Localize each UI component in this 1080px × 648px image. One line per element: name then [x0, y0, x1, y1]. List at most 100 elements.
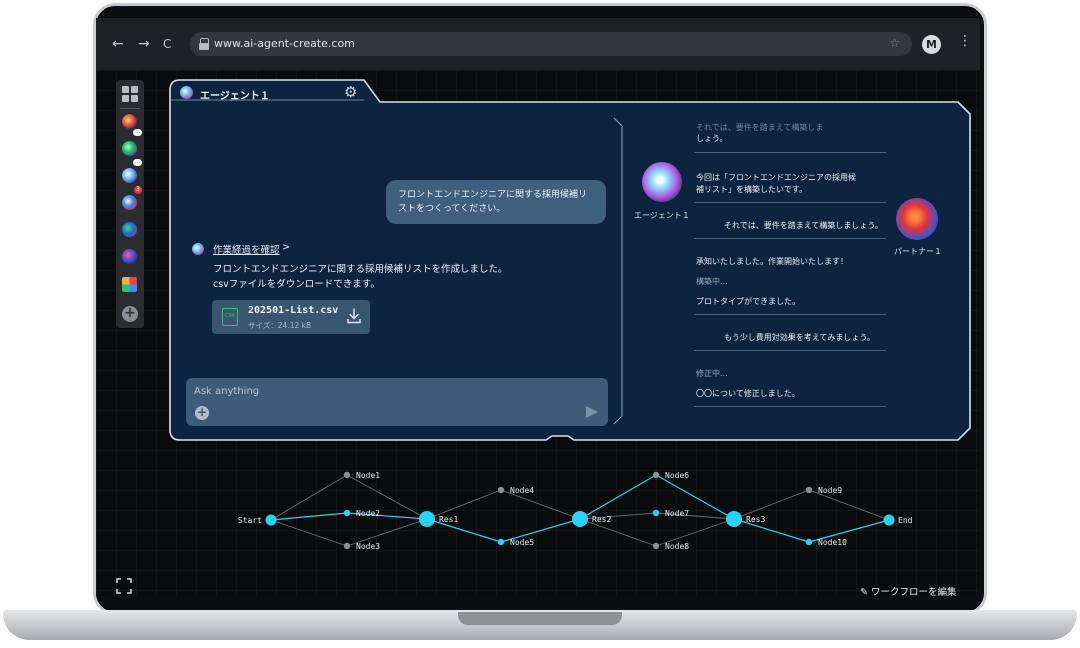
log-divider [694, 202, 886, 203]
chat-bubble-icon: … [133, 159, 142, 166]
agent-avatar-icon [192, 243, 204, 255]
workflow-node-node4[interactable] [497, 486, 505, 494]
workflow-node-node2[interactable] [343, 509, 351, 517]
lock-icon-body [199, 43, 209, 50]
workflow-node-start[interactable] [265, 514, 277, 526]
workflow-node-res2[interactable] [572, 511, 588, 527]
workflow-node-res3[interactable] [726, 511, 742, 527]
workflow-node-end[interactable] [883, 514, 895, 526]
workflow-node-node10[interactable] [805, 538, 813, 546]
workflow-node-node9[interactable] [805, 486, 813, 494]
profile-avatar[interactable]: M [922, 35, 941, 54]
file-size: サイズ：24.12 kB [248, 321, 312, 330]
add-agent-button[interactable]: + [122, 306, 138, 322]
grid-menu-icon[interactable] [122, 86, 138, 102]
log-agent-message: プロトタイプができました。 [696, 297, 800, 306]
workflow-node-label: Node9 [818, 486, 842, 495]
partner-label: パートナー１ [894, 247, 942, 256]
sidebar-agent-orb-5[interactable] [122, 222, 137, 237]
browser-toolbar: ← → C www.ai-agent-create.com ☆ M ⋮ [96, 18, 980, 70]
log-divider [694, 350, 886, 351]
url-text: www.ai-agent-create.com [214, 37, 355, 50]
laptop-notch [458, 612, 622, 625]
log-divider [694, 238, 886, 239]
workflow-node-label: Node3 [356, 542, 380, 551]
workflow-node-label: Node8 [665, 542, 689, 551]
back-icon[interactable]: ← [112, 36, 124, 52]
log-agent-message: 今回は「フロントエンドエンジニアの採用候 [696, 173, 856, 182]
chat-input[interactable]: Ask anything + [186, 378, 608, 426]
edit-workflow-label: ワークフローを編集 [871, 587, 957, 596]
workflow-node-label: Node6 [665, 471, 689, 480]
workflow-node-label: Node7 [665, 509, 689, 518]
forward-icon[interactable]: → [138, 36, 150, 52]
sidebar-agent-orb-1[interactable] [122, 114, 137, 129]
workflow-node-node8[interactable] [652, 542, 660, 550]
workflow-edge [579, 474, 657, 520]
sidebar-multi-agent-icon[interactable] [122, 277, 137, 292]
workflow-node-label: Res3 [746, 515, 765, 524]
workflow-edge [270, 474, 348, 521]
workflow-node-label: Node4 [510, 486, 534, 495]
notification-badge: 3 [134, 186, 142, 194]
workflow-node-node5[interactable] [497, 538, 505, 546]
workflow-node-node3[interactable] [343, 542, 351, 550]
log-divider [694, 314, 886, 315]
gear-icon[interactable]: ⚙ [344, 83, 357, 101]
log-partner-message: もう少し費用対効果を考えてみましょう。 [724, 333, 875, 342]
app-canvas: … … 3 + エージェント１ ⚙ フロントエンドエンジニアに関する採用候補リス… [96, 70, 980, 596]
workflow-node-label: Node1 [356, 471, 380, 480]
bookmark-star-icon[interactable]: ☆ [889, 36, 900, 50]
send-icon[interactable] [586, 406, 598, 418]
log-agent-message: 承知いたしました。作業開始いたします！ [696, 257, 848, 266]
csv-file-icon: CSV [222, 308, 238, 326]
file-name: 202501-List.csv [248, 305, 339, 316]
attach-plus-button[interactable]: + [195, 406, 209, 420]
address-bar[interactable]: www.ai-agent-create.com ☆ [190, 32, 912, 56]
agent-avatar-large [642, 162, 682, 202]
log-agent-message: 〇〇について修正しました。 [696, 389, 800, 398]
download-icon[interactable] [346, 307, 362, 325]
sidebar-agent-orb-3[interactable] [122, 168, 137, 183]
agent-tab-orb [180, 86, 193, 99]
user-message-bubble: フロントエンドエンジニアに関する採用候補リストをつくってください。 [386, 180, 606, 224]
workflow-node-node6[interactable] [652, 471, 660, 479]
browser-menu-icon[interactable]: ⋮ [958, 33, 972, 49]
sidebar-divider [120, 108, 140, 109]
log-status: 修正中... [696, 369, 728, 378]
workflow-node-label: Start [238, 516, 262, 525]
chat-bubble-icon: … [133, 129, 142, 136]
log-line: しょう。 [696, 134, 728, 143]
screen: ← → C www.ai-agent-create.com ☆ M ⋮ … … … [96, 18, 980, 596]
chevron-right-icon: > [282, 242, 290, 253]
sidebar-agent-orb-2[interactable] [122, 141, 137, 156]
sidebar-agent-orb-6[interactable] [122, 249, 137, 264]
log-faded-line: それでは、要件を踏まえて構築しま [696, 123, 824, 132]
pencil-icon: ✎ [860, 587, 868, 596]
agent-reply-line: フロントエンドエンジニアに関する採用候補リストを作成しました。 [213, 264, 508, 275]
agent-reply: フロントエンドエンジニアに関する採用候補リストを作成しました。 csvファイルを… [213, 262, 508, 292]
log-divider [694, 152, 886, 153]
reload-icon[interactable]: C [163, 37, 171, 51]
edit-workflow-link[interactable]: ✎ ワークフローを編集 [860, 584, 957, 596]
file-attachment-card[interactable]: CSV 202501-List.csv サイズ：24.12 kB [212, 300, 370, 334]
workflow-node-label: Res1 [439, 515, 458, 524]
agent-reply-line: csvファイルをダウンロードできます。 [213, 279, 380, 290]
workflow-node-node1[interactable] [343, 471, 351, 479]
workflow-node-node7[interactable] [652, 509, 660, 517]
view-progress-link[interactable]: 作業経過を確認 [213, 242, 280, 256]
workflow-node-label: Node2 [356, 509, 380, 518]
workflow-node-res1[interactable] [419, 511, 435, 527]
workflow-edge [270, 512, 348, 521]
workflow-node-label: End [898, 516, 913, 525]
chat-input-placeholder: Ask anything [194, 386, 260, 397]
agent-label: エージェント１ [634, 211, 690, 220]
log-partner-message: それでは、要件を踏まえて構築しましょう。 [724, 221, 883, 230]
workflow-node-label: Node5 [510, 538, 534, 547]
agent-tab-title[interactable]: エージェント１ [200, 87, 270, 102]
workflow-node-label: Res2 [592, 515, 611, 524]
log-agent-message: 補リスト」を構築したいです。 [696, 185, 807, 194]
sidebar-agent-orb-4[interactable] [122, 195, 137, 210]
fullscreen-icon[interactable] [116, 578, 132, 594]
partner-avatar-large [896, 198, 938, 240]
